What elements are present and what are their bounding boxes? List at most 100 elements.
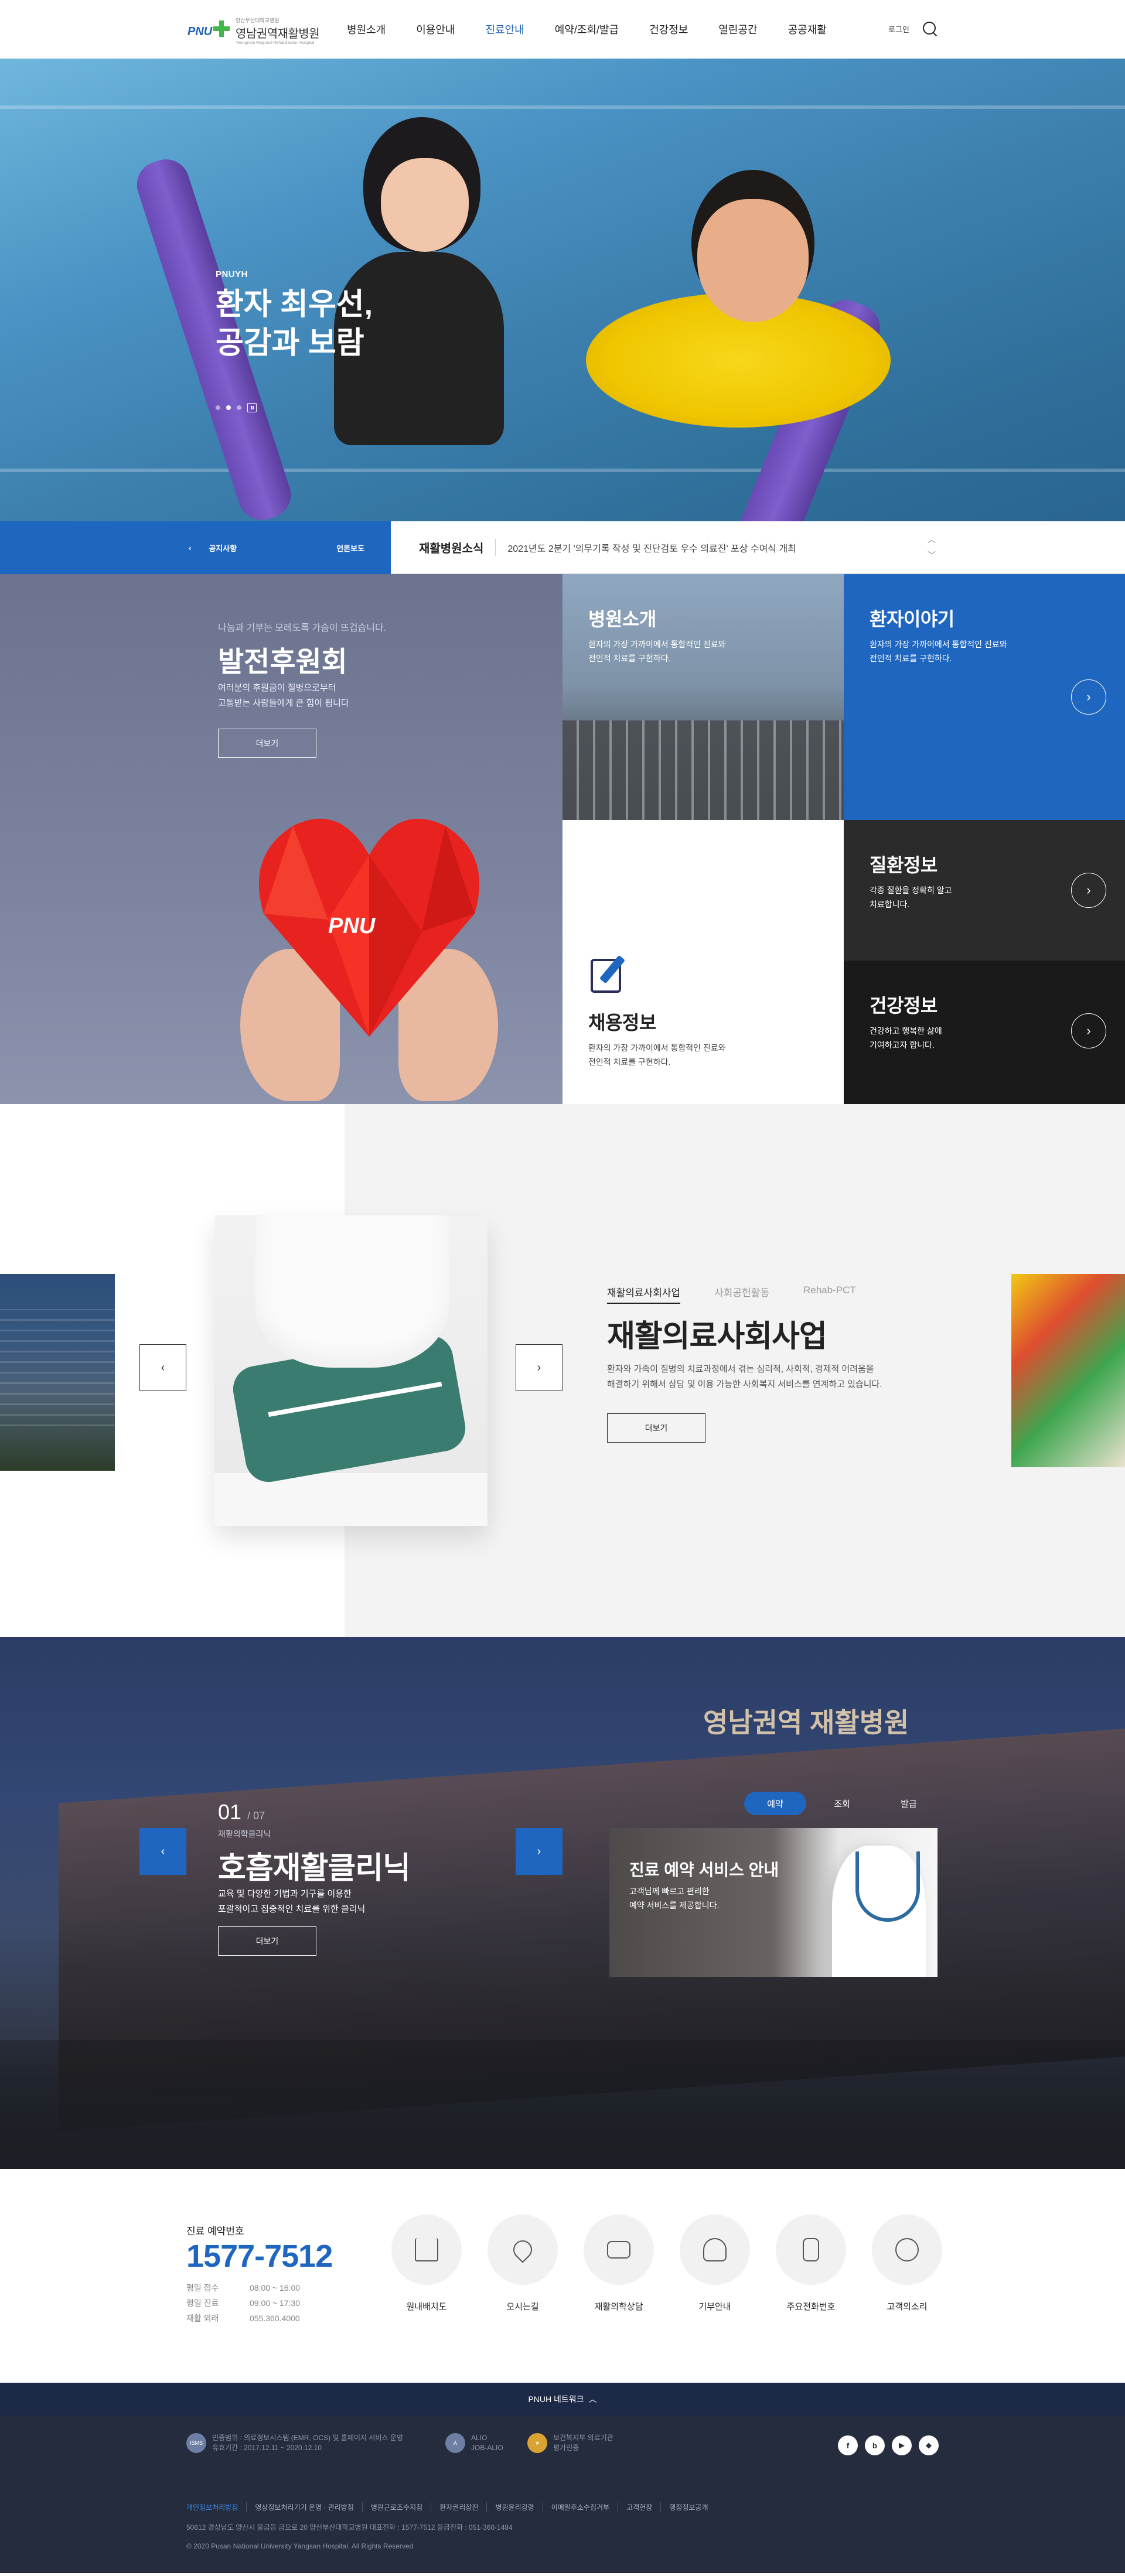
cert-isms: ISMS 인증범위 : 의료정보시스템 (EMR, OCS) 및 홈페이지 서비… [186,2433,403,2453]
chevron-up-icon: ︿ [588,2394,597,2404]
quick-donation[interactable]: 기부안내 [680,2215,750,2312]
instagram-icon[interactable]: ◆ [919,2435,939,2455]
contact-section: 진료 예약번호 1577-7512 평일 접수 08:00 ~ 16:00 평일 … [0,2169,1125,2383]
clinic-next-button[interactable]: › [516,1828,562,1875]
tile-hospital-desc-line1: 환자의 가장 가까이에서 통합적인 진료와 [588,640,726,649]
tile-disease-info[interactable]: 질환정보 각종 질환을 정확히 알고 치료합니다. › [844,820,1125,961]
logo-text: 양산부산대학교병원 영남권역재활병원 Yeongnam Regional Reh… [236,16,320,45]
cert-isms-line2: 유효기간 : 2017.12.11 ~ 2020.12.10 [212,2444,322,2452]
network-toggle[interactable]: PNUH 네트워크 ︿ [0,2383,1125,2416]
site-header: PNU 양산부산대학교병원 영남권역재활병원 Yeongnam Regional… [0,0,1125,59]
notice-arrows: ︿ ﹀ [926,532,938,563]
chevron-right-icon[interactable]: › [1071,679,1106,715]
quick-label: 기부안내 [698,2302,731,2312]
login-link[interactable]: 로그인 [888,23,909,35]
tab-contribution[interactable]: 사회공헌활동 [714,1284,769,1304]
chevron-up-icon[interactable]: ︿ [926,532,938,548]
tile-patient-story[interactable]: 환자이야기 환자의 가장 가까이에서 통합적인 진료와 전인적 치료를 구현하다.… [844,574,1125,820]
chevron-right-icon[interactable]: › [1071,1013,1106,1048]
tile-health-info[interactable]: 건강정보 건강하고 행복한 삶에 기여하고자 합니다. › [844,961,1125,1104]
quick-label: 오시는길 [506,2302,539,2312]
recruit-edit-icon [588,952,633,996]
nav-item-reservation[interactable]: 예약/조회/발급 [555,22,619,37]
tab-notice[interactable]: 공지사항 [209,542,237,554]
logo-name: 영남권역재활병원 [236,28,320,40]
nav-item-open[interactable]: 열린공간 [718,22,757,37]
contact-label: 진료 예약번호 [186,2226,244,2237]
footer-link-labor[interactable]: 병원근로조수지침 [362,2502,431,2512]
nav-item-health[interactable]: 건강정보 [649,22,688,37]
nav-item-medical[interactable]: 진료안내 [486,22,524,37]
tile-health-desc-line2: 기여하고자 합니다. [870,1040,935,1050]
notice-text[interactable]: 2021년도 2분기 '의무기록 작성 및 진단검토 우수 의료진' 포상 수여… [507,541,796,555]
search-icon[interactable] [921,20,939,37]
tile-hospital-intro[interactable]: 병원소개 환자의 가장 가까이에서 통합적인 진료와 전인적 치료를 구현하다. [562,574,844,820]
hours-value: 055.360.4000 [250,2314,300,2323]
footer-link-charter[interactable]: 고객헌장 [618,2502,660,2512]
chevron-down-icon[interactable]: ﹀ [926,548,938,563]
carousel-prev-button[interactable]: ‹ [139,1344,186,1391]
cert-accreditation-line1: 보건복지부 의료기관 [553,2434,613,2442]
notice-ticker: 재활병원소식 2021년도 2분기 '의무기록 작성 및 진단검토 우수 의료진… [391,521,1125,574]
contact-phone[interactable]: 1577-7512 [186,2238,333,2274]
quick-floor-map[interactable]: 원내배치도 [391,2215,462,2312]
tile-recruit-title: 채용정보 [588,1012,656,1033]
footer-link-privacy[interactable]: 개인정보처리방침 [186,2502,246,2512]
hospital-logo[interactable]: PNU 양산부산대학교병원 영남권역재활병원 Yeongnam Regional… [188,16,320,45]
clinic-index: 01 [218,1800,242,1824]
tab-inquiry[interactable]: 조회 [811,1792,873,1815]
alio-badge-icon: A [445,2433,465,2453]
quick-menu: 원내배치도 오시는길 재활의학상담 기부안내 주요전화번호 고객의소리 [391,2215,942,2312]
pool-lane-line [0,469,1125,472]
footer-link-ethics[interactable]: 병원윤리강령 [486,2502,542,2512]
footer-link-disclosure[interactable]: 행정정보공개 [660,2502,716,2512]
facebook-icon[interactable]: f [838,2435,858,2455]
chevron-left-icon: ‹ [161,1844,165,1858]
tab-rehab-pct[interactable]: Rehab-PCT [803,1284,856,1304]
hero-dot-2[interactable] [226,405,231,410]
quick-consult[interactable]: 재활의학상담 [584,2215,654,2312]
tile-recruit[interactable]: 채용정보 환자의 가장 가까이에서 통합적인 진료와 전인적 치료를 구현하다. [562,820,844,1104]
hero-caption: PNUYH 환자 최우선, 공감과 보람 [216,269,373,363]
hours-row: 평일 접수 08:00 ~ 16:00 [186,2280,300,2295]
carousel-next-button[interactable]: › [516,1344,562,1391]
reservation-desc-line2: 예약 서비스를 제공합니다. [629,1901,720,1910]
home-icon [415,2238,438,2261]
reservation-card[interactable]: 진료 예약 서비스 안내 고객님께 빠르고 편리한 예약 서비스를 제공합니다. [609,1828,938,1977]
footer-link-rights[interactable]: 환자권리장전 [431,2502,486,2512]
nav-item-public[interactable]: 공공재활 [788,22,827,37]
carousel-next-slide-image[interactable] [1011,1274,1125,1467]
donation-more-button[interactable]: 더보기 [218,729,316,758]
youtube-icon[interactable]: ▶ [892,2435,912,2455]
quick-directions[interactable]: 오시는길 [488,2215,558,2312]
clinic-prev-button[interactable]: ‹ [139,1828,186,1875]
nav-item-guide[interactable]: 이용안내 [416,22,455,37]
social-work-carousel: ‹ › 재활의료사회사업 사회공헌활동 Rehab-PCT 재활의료사회사업 환… [0,1104,1125,1637]
social-work-desc-line1: 환자와 가족이 질병의 치료과정에서 겪는 심리적, 사회적, 경제적 어려움을 [607,1364,874,1374]
quick-phonebook[interactable]: 주요전화번호 [776,2215,846,2312]
hero-dot-3[interactable] [237,405,241,410]
clinic-more-button[interactable]: 더보기 [218,1926,316,1956]
tile-recruit-desc-line2: 전인적 치료를 구현하다. [588,1057,671,1067]
reservation-desc: 고객님께 빠르고 편리한 예약 서비스를 제공합니다. [629,1884,719,1912]
footer-link-email[interactable]: 이메일주소수집거부 [542,2502,618,2512]
pause-icon[interactable] [247,403,257,412]
tab-social-work[interactable]: 재활의료사회사업 [607,1284,681,1304]
social-work-more-button[interactable]: 더보기 [607,1413,705,1443]
chevron-left-icon[interactable]: ‹ [189,544,191,552]
blog-icon[interactable]: b [865,2435,885,2455]
cert-alio[interactable]: A ALIO JOB-ALIO [445,2433,503,2453]
tab-reserve[interactable]: 예약 [744,1792,806,1815]
carousel-prev-slide-image[interactable] [0,1274,115,1471]
hero-title: 환자 최우선, 공감과 보람 [216,285,373,363]
footer-links: 개인정보처리방침 영상정보처리기기 운영 · 관리방침 병원근로조수지침 환자권… [186,2502,717,2512]
hero-dot-1[interactable] [216,405,220,410]
hero-slider: PNUYH 환자 최우선, 공감과 보람 [0,59,1125,521]
nav-item-about[interactable]: 병원소개 [347,22,386,37]
chevron-right-icon[interactable]: › [1071,873,1106,908]
tab-issue[interactable]: 발급 [878,1792,940,1815]
footer-link-cctv[interactable]: 영상정보처리기기 운영 · 관리방침 [246,2502,362,2512]
quick-feedback[interactable]: 고객의소리 [872,2215,942,2312]
phone-icon [803,2238,819,2261]
tab-press[interactable]: 언론보도 [336,542,364,554]
